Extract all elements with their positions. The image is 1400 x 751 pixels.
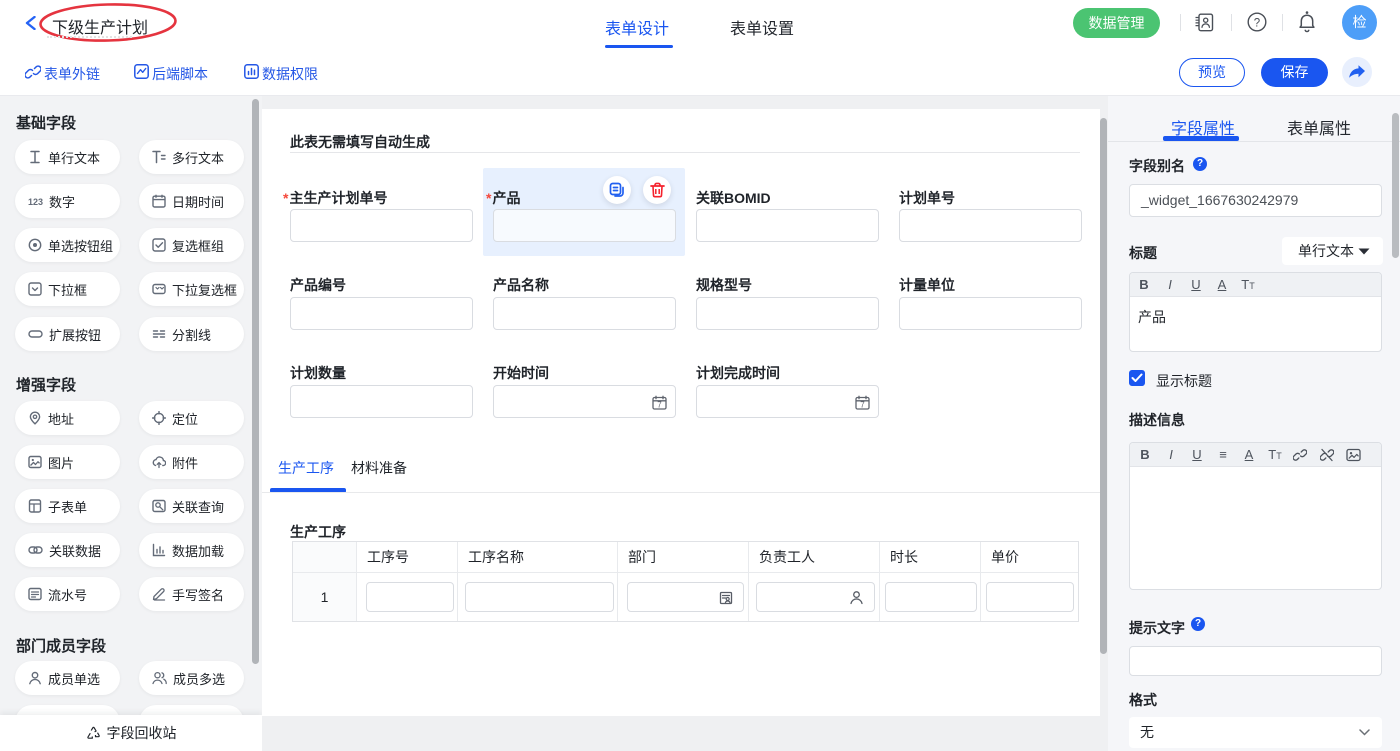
svg-text:7: 7	[860, 401, 865, 410]
svg-text:7: 7	[657, 401, 662, 410]
svg-text:123: 123	[28, 197, 43, 207]
svg-text:?: ?	[1254, 17, 1260, 29]
